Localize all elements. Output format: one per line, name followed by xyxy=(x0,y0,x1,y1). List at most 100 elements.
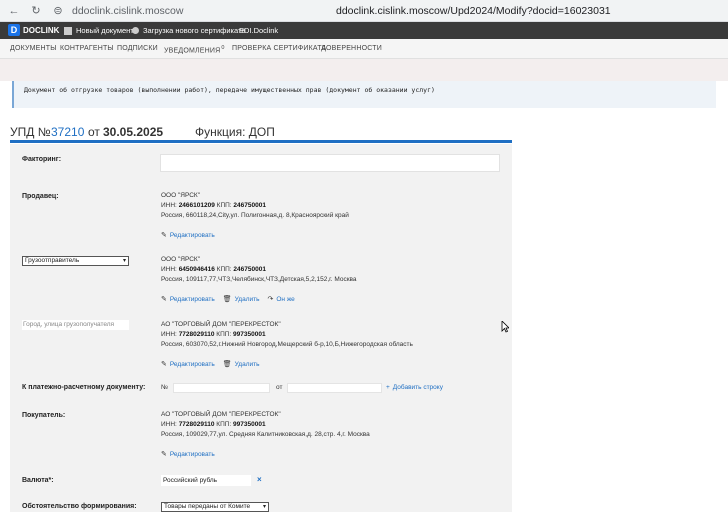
trash-icon: 🗑 xyxy=(222,361,232,368)
upload-certificate-label: Загрузка нового сертификата xyxy=(143,26,246,35)
seller-inn: 2466101209 xyxy=(178,202,215,209)
shipper-delete-link[interactable]: 🗑 Удалить xyxy=(222,295,260,304)
seller-info: ООО "ЯРСК" ИНН: 2466101209 КПП: 24675000… xyxy=(161,191,349,221)
consignee-city-input[interactable]: Город, улица грузополучателя xyxy=(22,320,129,330)
upd-prefix: УПД № xyxy=(10,125,51,139)
chevron-down-icon: ▾ xyxy=(122,258,126,264)
menu-documents[interactable]: ДОКУМЕНТЫ xyxy=(10,45,57,52)
circumstance-select-value: Товары переданы от Комите xyxy=(164,503,251,510)
seller-kpp: 246750001 xyxy=(233,202,266,209)
currency-label: Валюта*: xyxy=(22,477,54,484)
main-menu: ДОКУМЕНТЫ КОНТРАГЕНТЫ ПОДПИСКИ УВЕДОМЛЕН… xyxy=(0,39,728,59)
payment-date-input[interactable] xyxy=(287,383,382,393)
new-document-button[interactable]: Новый документ xyxy=(64,25,134,36)
menu-notifications[interactable]: УВЕДОМЛЕНИЯ0 xyxy=(164,45,225,54)
address-bar-url[interactable]: ddoclink.cislink.moscow/Upd2024/Modify?d… xyxy=(336,3,611,19)
doclink-logo[interactable]: D DOCLINK xyxy=(8,24,59,36)
shipper-edit-link[interactable]: ✎ Редактировать xyxy=(161,295,215,304)
certificate-icon xyxy=(132,27,139,34)
factoring-input[interactable] xyxy=(160,154,500,172)
buyer-actions: ✎ Редактировать xyxy=(161,450,215,459)
menu-signatures[interactable]: ПОДПИСКИ xyxy=(117,45,158,52)
payment-from-word: от xyxy=(276,384,283,391)
address-bar-short[interactable]: ddoclink.cislink.moscow xyxy=(72,3,183,19)
reload-icon[interactable]: ↻ xyxy=(28,3,44,19)
add-row-link[interactable]: + Добавить строку xyxy=(386,384,443,391)
shipper-name: ООО "ЯРСК" xyxy=(161,256,201,263)
upd-form: Факторинг: Продавец: ООО "ЯРСК" ИНН: 246… xyxy=(10,144,512,512)
upload-certificate-button[interactable]: Загрузка нового сертификата xyxy=(132,25,246,36)
seller-edit-link[interactable]: ✎ Редактировать xyxy=(161,231,215,240)
buyer-inn: 7728029110 xyxy=(178,421,215,428)
consignee-info: АО "ТОРГОВЫЙ ДОМ "ПЕРЕКРЕСТОК" ИНН: 7728… xyxy=(161,320,413,350)
document-type-text: Документ об отгрузке товаров (выполнении… xyxy=(24,86,435,94)
document-function: Функция: ДОП xyxy=(195,125,275,139)
document-title: УПД № 37210 от 30.05.2025 Функция: ДОП xyxy=(10,125,512,143)
text-cursor-icon xyxy=(501,321,509,333)
menu-trust[interactable]: ДОВЕРЕННОСТИ xyxy=(321,45,382,52)
shipper-info: ООО "ЯРСК" ИНН: 6450946416 КПП: 24675000… xyxy=(161,255,357,285)
payment-number-input[interactable] xyxy=(173,383,270,393)
factoring-label: Факторинг: xyxy=(22,156,62,163)
logo-text: DOCLINK xyxy=(23,25,60,35)
shipper-ids: ИНН: 6450946416 КПП: 246750001 xyxy=(161,266,266,273)
notifications-label: УВЕДОМЛЕНИЯ xyxy=(164,47,221,55)
consignee-ids: ИНН: 7728029110 КПП: 997350001 xyxy=(161,331,266,338)
app-header: D DOCLINK Новый документ Загрузка нового… xyxy=(0,22,728,39)
buyer-info: АО "ТОРГОВЫЙ ДОМ "ПЕРЕКРЕСТОК" ИНН: 7728… xyxy=(161,410,370,440)
circumstance-select[interactable]: Товары переданы от Комите ▾ xyxy=(161,502,269,512)
payment-doc-label: К платежно-расчетному документу: xyxy=(22,384,146,391)
pencil-icon: ✎ xyxy=(161,296,167,303)
back-icon[interactable]: ← xyxy=(6,3,22,19)
circumstance-label: Обстоятельство формирования: xyxy=(22,503,137,510)
notifications-count: 0 xyxy=(221,45,225,51)
site-info-icon[interactable]: ⊜ xyxy=(50,3,66,19)
shipper-actions: ✎ Редактировать 🗑 Удалить ↷ Он же xyxy=(161,295,295,304)
consignee-kpp: 997350001 xyxy=(233,331,266,338)
consignee-edit-link[interactable]: ✎ Редактировать xyxy=(161,360,215,369)
buyer-label: Покупатель: xyxy=(22,412,66,419)
buyer-ids: ИНН: 7728029110 КПП: 997350001 xyxy=(161,421,266,428)
shipper-select[interactable]: Грузоотправитель ▾ xyxy=(22,256,129,266)
document-number: 37210 xyxy=(51,125,85,139)
payment-num-sign: № xyxy=(161,384,168,391)
consignee-actions: ✎ Редактировать 🗑 Удалить xyxy=(161,360,260,369)
seller-ids: ИНН: 2466101209 КПП: 246750001 xyxy=(161,202,266,209)
shipper-kpp: 246750001 xyxy=(233,266,266,273)
document-icon xyxy=(64,26,72,35)
seller-actions: ✎ Редактировать xyxy=(161,231,215,240)
edi-doclink-link[interactable]: EDI.Doclink xyxy=(239,25,278,36)
document-date: 30.05.2025 xyxy=(103,125,164,139)
pencil-icon: ✎ xyxy=(161,451,167,458)
chevron-down-icon: ▾ xyxy=(262,504,266,510)
buyer-edit-link[interactable]: ✎ Редактировать xyxy=(161,450,215,459)
trash-icon: 🗑 xyxy=(222,296,232,303)
menu-certificate-check[interactable]: ПРОВЕРКА СЕРТИФИКАТА xyxy=(232,45,326,52)
consignee-address: Россия, 603070,52,г.Нижний Новгород,Меще… xyxy=(161,341,413,348)
shipper-address: Россия, 109117,77,ЧТЗ,Челябинск,ЧТЗ,Детс… xyxy=(161,276,357,283)
new-document-label: Новый документ xyxy=(76,26,134,35)
seller-label: Продавец: xyxy=(22,193,59,200)
plus-icon: + xyxy=(386,384,390,391)
pencil-icon: ✎ xyxy=(161,361,167,368)
buyer-name: АО "ТОРГОВЫЙ ДОМ "ПЕРЕКРЕСТОК" xyxy=(161,411,281,418)
seller-address: Россия, 660118,24,City,ул. Полигонная,д.… xyxy=(161,212,349,219)
seller-name: ООО "ЯРСК" xyxy=(161,192,201,199)
clear-icon[interactable]: × xyxy=(257,475,262,484)
consignee-name: АО "ТОРГОВЫЙ ДОМ "ПЕРЕКРЕСТОК" xyxy=(161,321,281,328)
header-spacer xyxy=(0,59,728,81)
buyer-address: Россия, 109029,77,ул. Средняя Калитников… xyxy=(161,431,370,438)
shipper-inn: 6450946416 xyxy=(178,266,215,273)
buyer-kpp: 997350001 xyxy=(233,421,266,428)
share-icon: ↷ xyxy=(267,296,274,303)
pencil-icon: ✎ xyxy=(161,232,167,239)
consignee-delete-link[interactable]: 🗑 Удалить xyxy=(222,360,260,369)
browser-bar: ← ↻ ⊜ ddoclink.cislink.moscow ddoclink.c… xyxy=(0,0,728,22)
menu-contractors[interactable]: КОНТРАГЕНТЫ xyxy=(60,45,114,52)
document-type-notice: Документ об отгрузке товаров (выполнении… xyxy=(12,81,716,108)
shipper-same-link[interactable]: ↷ Он же xyxy=(267,295,295,304)
currency-input[interactable]: Российский рубль xyxy=(161,475,251,486)
logo-mark-icon: D xyxy=(8,24,20,36)
shipper-select-value: Грузоотправитель xyxy=(25,257,80,264)
title-from: от xyxy=(88,125,100,139)
